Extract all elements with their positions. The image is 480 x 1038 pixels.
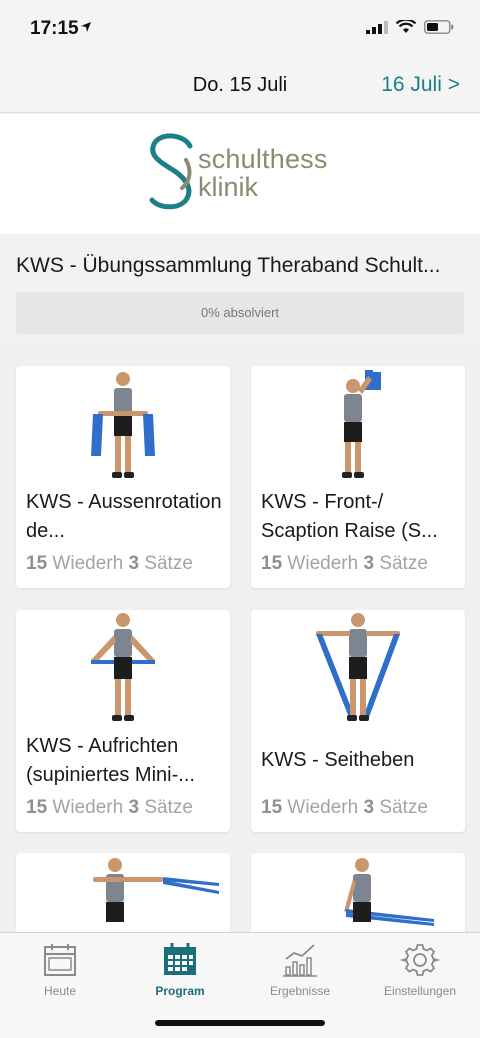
exercise-title: KWS - Aussenrotation de... [26,491,222,542]
exercise-dosage: 15 Wiederh 3 Sätze [26,553,193,574]
exercise-card[interactable]: KWS - Seitheben 15 Wiederh 3 Sätze [251,610,465,832]
status-time: 17:15 [30,18,79,39]
tab-label: Program [155,984,205,998]
tab-heute[interactable]: Heute [0,941,120,998]
exercise-dosage: 15 Wiederh 3 Sätze [261,797,428,818]
program-title[interactable]: KWS - Übungssammlung Theraband Schult... [16,254,466,278]
logo-text-line1: schulthess [198,144,328,174]
tab-label: Ergebnisse [269,984,331,998]
exercise-card[interactable] [16,853,230,932]
wifi-icon [396,20,416,33]
tab-program[interactable]: Program [120,941,240,998]
gear-icon [400,944,440,976]
exercise-image [16,853,230,932]
status-bar: 17:15 [0,0,480,58]
location-arrow-icon [81,22,91,32]
next-day-button[interactable]: 16 Juli > [381,73,460,97]
exercise-title: KWS - Seitheben [261,749,415,771]
exercise-card[interactable]: KWS - Aussenrotation de... 15 Wiederh 3 … [16,366,230,588]
exercise-card[interactable]: KWS - Front-/ Scaption Raise (S... 15 Wi… [251,366,465,588]
tab-ergebnisse[interactable]: Ergebnisse [240,941,360,998]
calendar-icon [44,944,76,976]
exercise-dosage: 15 Wiederh 3 Sätze [26,797,193,818]
clinic-logo: schulthess klinik [0,114,480,234]
program-calendar-icon [164,943,196,975]
status-icons [366,20,454,34]
exercise-title: KWS - Aufrichten (supiniertes Mini-... [26,735,195,786]
logo-text-line2: klinik [198,172,259,202]
tab-einstellungen[interactable]: Einstellungen [360,941,480,998]
exercise-grid: KWS - Aussenrotation de... 15 Wiederh 3 … [0,346,480,932]
program-header: KWS - Übungssammlung Theraband Schult...… [0,234,480,346]
home-indicator[interactable] [155,1020,325,1026]
exercise-card[interactable] [251,853,465,932]
exercise-image [251,610,465,728]
exercise-card[interactable]: KWS - Aufrichten (supiniertes Mini-... 1… [16,610,230,832]
schulthess-logo-icon [149,133,193,210]
exercise-title: KWS - Front-/ Scaption Raise (S... [261,491,438,542]
date-navigation: Do. 15 Juli 16 Juli > [0,58,480,113]
tab-label: Einstellungen [383,984,457,998]
exercise-image [251,366,465,484]
exercise-dosage: 15 Wiederh 3 Sätze [261,553,428,574]
exercise-image [16,366,230,484]
signal-icon [366,20,388,34]
progress-bar: 0% absolviert [16,292,464,334]
exercise-image [251,853,465,932]
tab-label: Heute [43,984,77,998]
progress-label: 0% absolviert [200,305,280,320]
battery-icon [424,20,454,34]
chart-icon [283,944,317,977]
exercise-image [16,610,230,728]
